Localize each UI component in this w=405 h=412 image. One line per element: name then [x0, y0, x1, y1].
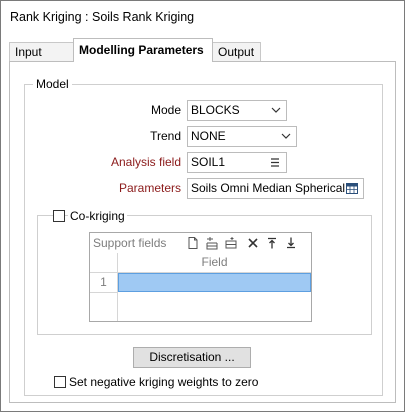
column-header-field[interactable]: Field [118, 253, 311, 272]
dialog-window: Rank Kriging : Soils Rank Kriging Input … [0, 0, 405, 412]
discretisation-button[interactable]: Discretisation ... [133, 347, 251, 368]
parameters-value: Soils Omni Median Spherical [191, 181, 346, 195]
trend-label: Trend [150, 129, 181, 143]
grid-header: Field [90, 253, 311, 273]
analysis-field-value: SOIL1 [191, 155, 226, 169]
support-fields-toolbar: Support fields [90, 233, 311, 254]
analysis-field-label: Analysis field [110, 155, 181, 169]
delete-icon[interactable] [246, 236, 260, 250]
chevron-down-icon [271, 107, 281, 113]
tab-input-data[interactable]: Input Data [9, 42, 74, 78]
tab-output[interactable]: Output [212, 42, 261, 61]
window-title: Rank Kriging : Soils Rank Kriging [10, 10, 195, 24]
append-row-icon[interactable] [224, 236, 238, 250]
trend-value: NONE [191, 129, 226, 143]
chevron-down-icon [281, 133, 291, 139]
list-icon[interactable] [268, 156, 282, 169]
field-cell[interactable] [118, 273, 311, 292]
model-legend: Model [33, 77, 72, 91]
insert-row-icon[interactable] [205, 236, 219, 250]
grid-corner [90, 253, 118, 272]
negative-weights-label: Set negative kriging weights to zero [69, 375, 259, 389]
new-icon[interactable] [186, 236, 200, 250]
support-fields-title: Support fields [93, 236, 167, 250]
cokriging-checkbox[interactable] [53, 210, 65, 222]
grid-empty-area [90, 293, 118, 321]
support-fields-grid: Support fields Field 1 [89, 232, 312, 322]
table-icon[interactable] [345, 182, 359, 195]
negative-weights-checkbox[interactable] [54, 376, 66, 388]
mode-label: Mode [150, 103, 181, 117]
cokriging-label: Co-kriging [68, 209, 127, 223]
tab-modelling-parameters[interactable]: Modelling Parameters [73, 38, 213, 62]
mode-select[interactable]: BLOCKS [187, 100, 287, 121]
row-number: 1 [90, 273, 118, 293]
table-row: 1 [90, 273, 311, 293]
parameters-label: Parameters [118, 181, 181, 195]
mode-value: BLOCKS [191, 103, 240, 117]
analysis-field-input[interactable]: SOIL1 [187, 152, 287, 173]
tab-panel: Model Mode BLOCKS Trend NONE Analysis fi… [9, 61, 396, 403]
move-down-icon[interactable] [284, 236, 298, 250]
trend-select[interactable]: NONE [187, 126, 297, 147]
parameters-input[interactable]: Soils Omni Median Spherical [187, 178, 364, 199]
move-up-icon[interactable] [265, 236, 279, 250]
